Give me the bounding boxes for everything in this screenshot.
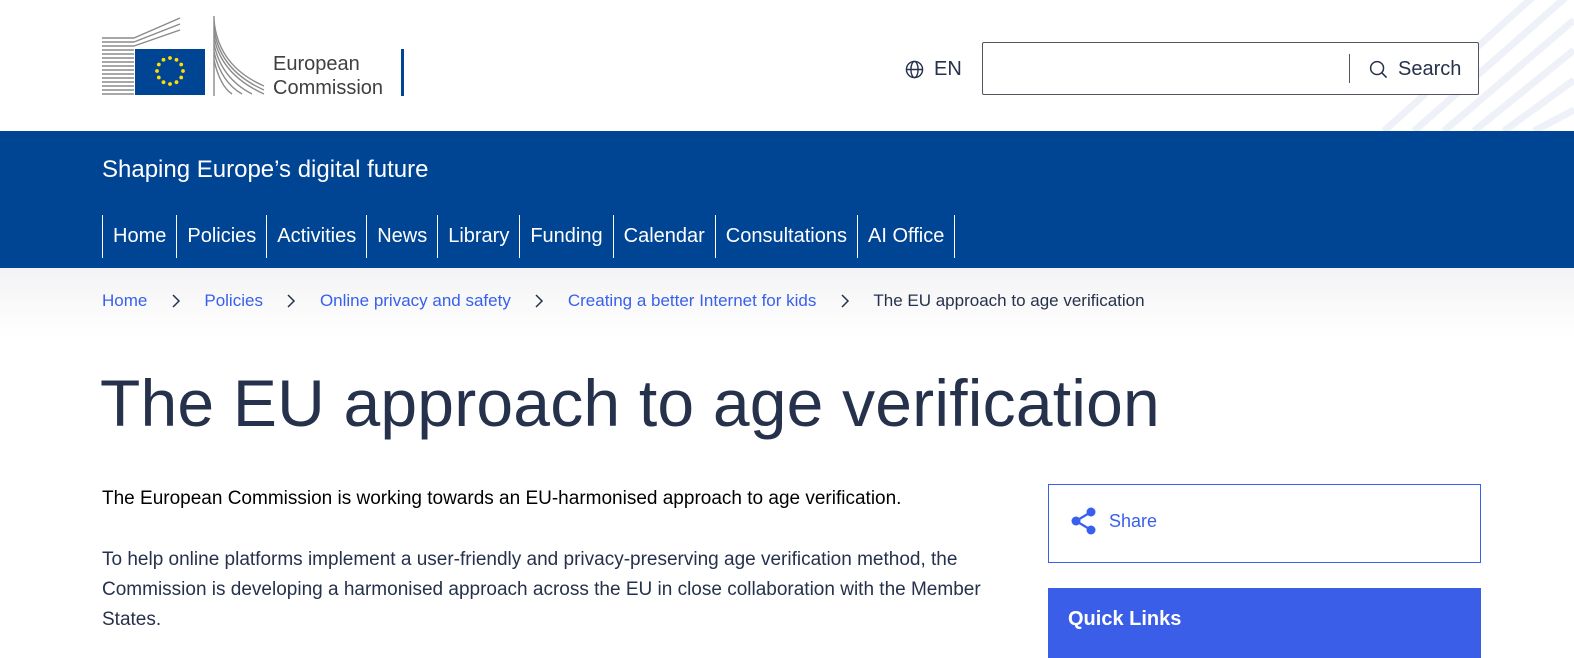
search-form: Search [982, 42, 1479, 95]
nav-item-consultations[interactable]: Consultations [714, 215, 857, 258]
logo-line-european: European [273, 53, 360, 75]
nav-item-label: Consultations [725, 225, 847, 247]
site-name[interactable]: Shaping Europe’s digital future [102, 156, 428, 184]
nav-item-activities[interactable]: Activities [266, 215, 366, 258]
page-title: The EU approach to age verification [100, 366, 1160, 440]
search-icon [1369, 60, 1388, 78]
ec-emblem-icon [102, 16, 265, 96]
breadcrumb-current: The EU approach to age verification [873, 291, 1145, 310]
nav-item-policies[interactable]: Policies [176, 215, 266, 258]
european-commission-logo[interactable]: European Commission [102, 16, 407, 100]
nav-item-label: Home [113, 225, 167, 247]
share-icon [1071, 507, 1096, 535]
share-label: Share [1109, 510, 1158, 531]
chevron-right-icon [263, 293, 320, 309]
nav-item-label: News [377, 225, 428, 247]
logo-line-commission: Commission [273, 77, 384, 99]
nav-item-calendar[interactable]: Calendar [612, 215, 715, 258]
site-banner: Shaping Europe’s digital future Home Pol… [0, 131, 1574, 268]
globe-icon [905, 60, 924, 78]
nav-item-label: Funding [530, 225, 603, 247]
share-button[interactable]: Share [1071, 507, 1157, 535]
chevron-right-icon [816, 293, 873, 309]
search-button-label: Search [1398, 57, 1462, 80]
chevron-right-icon [147, 293, 204, 309]
search-button[interactable]: Search [1369, 55, 1461, 83]
search-divider [1349, 54, 1350, 83]
share-panel: Share [1048, 484, 1481, 563]
nav-item-label: AI Office [867, 225, 945, 247]
breadcrumb-link-policies[interactable]: Policies [204, 291, 263, 311]
search-input[interactable] [984, 44, 1344, 93]
nav-item-label: Policies [187, 225, 257, 247]
nav-item-label: Library [448, 225, 510, 247]
intro-text: The European Commission is working towar… [102, 488, 902, 509]
quick-links-panel: Quick Links [1048, 588, 1481, 658]
quick-links-title: Quick Links [1068, 608, 1182, 630]
top-header: European Commission EN Search [0, 0, 1574, 131]
nav-item-ai-office[interactable]: AI Office [856, 215, 956, 258]
breadcrumb-link-better-internet[interactable]: Creating a better Internet for kids [568, 291, 817, 311]
chevron-right-icon [511, 293, 568, 309]
nav-item-home[interactable]: Home [102, 215, 176, 258]
breadcrumb-link-home[interactable]: Home [102, 291, 147, 311]
nav-item-news[interactable]: News [366, 215, 437, 258]
breadcrumb-link-online-privacy[interactable]: Online privacy and safety [320, 291, 511, 311]
logo-text: European Commission [273, 52, 383, 100]
body-paragraph: To help online platforms implement a use… [102, 549, 981, 630]
language-code: EN [934, 57, 962, 80]
breadcrumb: Home Policies Online privacy and safety … [102, 291, 1145, 311]
nav-item-label: Activities [277, 225, 357, 247]
logo-divider [401, 49, 404, 96]
nav-item-label: Calendar [623, 225, 705, 247]
nav-item-funding[interactable]: Funding [519, 215, 612, 258]
language-selector[interactable]: EN [905, 56, 962, 82]
main-navigation: Home Policies Activities News Library Fu… [102, 215, 956, 258]
nav-item-library[interactable]: Library [437, 215, 519, 258]
